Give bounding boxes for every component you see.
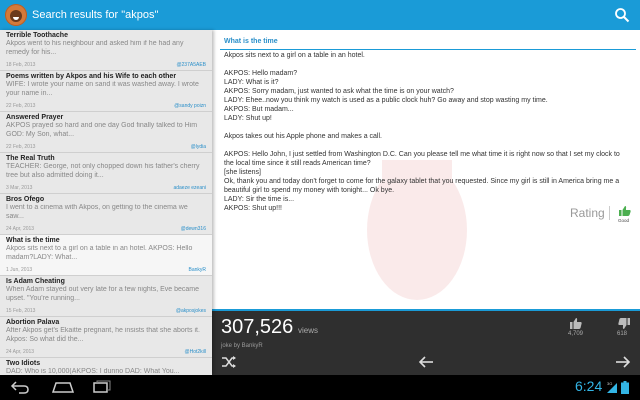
result-date: 22 Feb, 2013	[6, 144, 36, 150]
search-icon[interactable]	[614, 7, 630, 23]
next-arrow-icon[interactable]	[615, 355, 631, 369]
result-list-item[interactable]: Abortion Palava After Akpos get's Ekaitte…	[0, 317, 212, 358]
joke-detail: What is the time Akpos sits next to a gi…	[212, 30, 640, 311]
result-title: Answered Prayer	[6, 114, 64, 121]
result-title: Abortion Palava	[6, 319, 60, 326]
result-snippet: WIFE: I wrote your name on sand it was w…	[6, 81, 199, 97]
result-list-item[interactable]: Poems written by Akpos and his Wife to e…	[0, 71, 212, 112]
result-title: Bros Ofego	[6, 196, 45, 203]
search-results-title: Search results for "akpos"	[32, 9, 159, 21]
result-list-item[interactable]: Answered Prayer AKPOS prayed so hard and …	[0, 112, 212, 153]
result-list-item[interactable]: What is the time Akpos sits next to a gir…	[0, 235, 212, 276]
result-list-item[interactable]: Two Idiots DAD: Who is 10,000(AKPOS: I du…	[0, 358, 212, 375]
joke-title: What is the time	[224, 38, 278, 45]
result-date: 18 Feb, 2013	[6, 62, 36, 68]
result-snippet: I went to a cinema with Akpos, on gettin…	[6, 204, 188, 220]
previous-arrow-icon[interactable]	[418, 355, 434, 369]
system-nav-bar: 6:24 3G	[0, 375, 640, 400]
views-label: views	[298, 326, 319, 335]
result-date: 22 Feb, 2013	[6, 103, 36, 109]
joke-body: Akpos sits next to a girl on a table in …	[224, 52, 620, 212]
result-title: What is the time	[6, 237, 60, 244]
thumbs-up-icon[interactable]	[619, 206, 631, 216]
status-clock: 6:24	[575, 378, 603, 394]
results-list[interactable]: Terrible Toothache Akpos went to his neig…	[0, 30, 212, 375]
result-date: 24 Apr, 2013	[6, 226, 35, 232]
result-date: 1 Jun, 2013	[6, 267, 33, 273]
result-snippet: AKPOS prayed so hard and one day God fin…	[6, 122, 198, 138]
likes-count: 4,709	[568, 331, 584, 337]
shuffle-icon[interactable]	[221, 355, 237, 369]
result-user: @akposjokes	[175, 308, 206, 314]
result-snippet: Akpos sits next to a girl on a table in …	[6, 245, 193, 261]
rating-divider	[609, 206, 610, 220]
signal-3g-icon: 3G	[607, 381, 617, 393]
back-icon[interactable]	[10, 380, 30, 394]
rating-label: Rating	[570, 206, 605, 220]
result-snippet: DAD: Who is 10,000(AKPOS: I dunno DAD: W…	[6, 368, 180, 375]
network-type: 3G	[607, 381, 612, 386]
result-snippet: When Adam stayed out very late for a few…	[6, 286, 199, 302]
result-list-item[interactable]: Is Adam Cheating When Adam stayed out ver…	[0, 276, 212, 317]
rating-value: Good	[618, 218, 630, 223]
result-title: Terrible Toothache	[6, 32, 68, 39]
result-user: @dewn316	[180, 226, 206, 232]
views-count: 307,526	[221, 316, 294, 338]
result-title: Two Idiots	[6, 360, 41, 367]
action-bar: Search results for "akpos"	[0, 0, 640, 30]
like-icon[interactable]	[570, 318, 582, 329]
result-user: @Hot2kill	[184, 349, 206, 355]
dislike-icon[interactable]	[618, 318, 630, 329]
recent-apps-icon[interactable]	[92, 380, 112, 394]
result-user: adaeze ezeani	[173, 185, 206, 191]
result-user: @237A5AEB	[176, 62, 206, 68]
result-date: 24 Apr, 2013	[6, 349, 35, 355]
result-title: Poems written by Akpos and his Wife to e…	[6, 73, 177, 80]
result-snippet: Akpos went to his neighbour and asked hi…	[6, 40, 184, 56]
result-snippet: After Akpos get's Ekaitte pregnant, he i…	[6, 327, 200, 343]
result-date: 15 Feb, 2013	[6, 308, 36, 314]
result-date: 3 Mar, 2013	[6, 185, 33, 191]
battery-icon	[621, 381, 629, 394]
result-user: @sandy poizn	[174, 103, 206, 109]
joke-author: joke by BankyR	[221, 343, 263, 349]
result-title: The Real Truth	[6, 155, 55, 162]
result-user: BankyR	[188, 267, 206, 273]
result-list-item[interactable]: The Real Truth TEACHER: George, not only …	[0, 153, 212, 194]
result-list-item[interactable]: Terrible Toothache Akpos went to his neig…	[0, 30, 212, 71]
result-snippet: TEACHER: George, not only chopped down h…	[6, 163, 200, 179]
stats-bar: 307,526 views joke by BankyR 4,709 618	[212, 311, 640, 375]
result-user: @lydia	[190, 144, 206, 150]
result-title: Is Adam Cheating	[6, 278, 65, 285]
title-divider	[220, 49, 636, 50]
dislikes-count: 618	[617, 331, 628, 337]
result-list-item[interactable]: Bros Ofego I went to a cinema with Akpos,…	[0, 194, 212, 235]
app-logo-icon[interactable]	[5, 4, 27, 26]
home-icon[interactable]	[52, 380, 74, 394]
